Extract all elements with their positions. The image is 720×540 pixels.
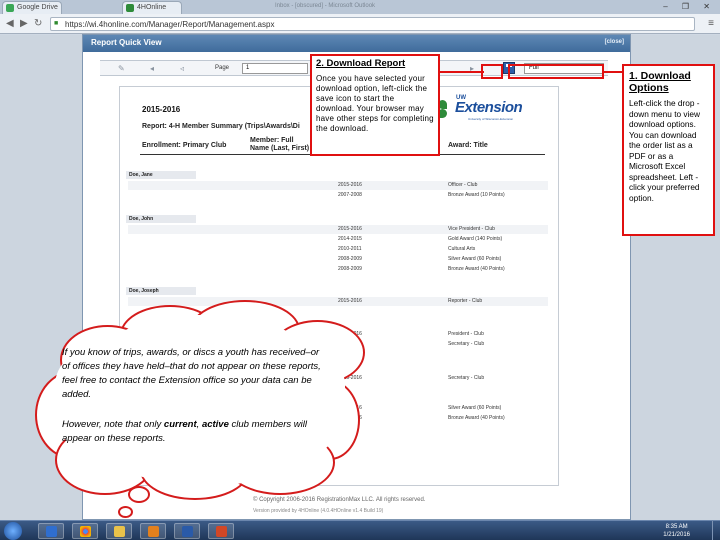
windows-taskbar: 8:35 AM 1/21/2016 <box>0 520 720 540</box>
start-button[interactable] <box>4 522 22 540</box>
clover-icon <box>126 4 134 12</box>
award-title: Vice President - Club <box>448 226 495 232</box>
member-name: Doe, Joseph <box>126 287 196 295</box>
callout-title: 2. Download Report <box>316 58 406 69</box>
award-title: Secretary - Club <box>448 375 485 381</box>
download-report-callout: 2. Download Report Once you have selecte… <box>310 54 440 156</box>
tab-label: Google Drive <box>17 4 58 11</box>
logo-subtitle: University of Wisconsin-Extension <box>468 117 514 121</box>
award-title: Officer - Club <box>448 182 478 188</box>
chrome-icon <box>80 526 91 537</box>
browser-tab-bar: Google Drive 4HOnline Inbox - [obscured]… <box>0 0 720 14</box>
window-controls[interactable]: – ❐ ✕ <box>663 2 716 11</box>
award-year: 2015-2016 <box>338 182 362 188</box>
award-year: 2007-2008 <box>338 192 362 198</box>
folder-icon <box>114 526 125 537</box>
award-year: 2015-2016 <box>338 226 362 232</box>
save-icon-highlight <box>481 64 503 79</box>
report-footer: © Copyright 2006-2016 RegistrationMax LL… <box>253 497 426 503</box>
address-bar: ◀ ▶ ↻ ■ https://wi.4honline.com/Manager/… <box>0 14 720 34</box>
callout-title: 1. Download Options <box>629 70 691 94</box>
report-year: 2015-2016 <box>142 105 181 114</box>
award-title: Cultural Arts <box>448 246 476 252</box>
url-input[interactable]: ■ https://wi.4honline.com/Manager/Report… <box>50 17 695 31</box>
clock-time: 8:35 AM <box>665 524 688 530</box>
screen: Google Drive 4HOnline Inbox - [obscured]… <box>0 0 720 540</box>
tab-label: 4HOnline <box>137 4 167 11</box>
word-taskbar-button[interactable] <box>174 523 200 539</box>
word-icon <box>182 526 193 537</box>
col-header-member: Member: Full Name (Last, First) <box>250 137 310 152</box>
powerpoint-taskbar-button[interactable] <box>208 523 234 539</box>
award-title: President - Club <box>448 331 484 337</box>
award-year: 2014-2015 <box>338 236 362 242</box>
tab-google-drive[interactable]: Google Drive <box>2 1 62 14</box>
reload-icon[interactable]: ↻ <box>34 18 42 29</box>
cloud-text-2a: However, note that only <box>62 419 164 430</box>
report-version: Version provided by 4HOnline (4.0.4HOnli… <box>253 508 384 514</box>
tab-4honline[interactable]: 4HOnline <box>122 1 182 14</box>
callout-body: Once you have selected your download opt… <box>316 74 434 133</box>
explorer-taskbar-button[interactable] <box>38 523 64 539</box>
chrome-taskbar-button[interactable] <box>72 523 98 539</box>
member-name: Doe, Jane <box>126 171 196 179</box>
page-number-input[interactable]: 1 <box>242 63 308 74</box>
award-title: Bronze Award (40 Points) <box>448 266 505 272</box>
window-title: Inbox - [obscured] - Microsoft Outlook <box>275 3 376 9</box>
ie-icon <box>46 526 57 537</box>
award-title: Bronze Award (40 Points) <box>448 415 505 421</box>
callout-arrow <box>440 71 484 73</box>
col-header-club: Enrollment: Primary Club <box>142 142 227 149</box>
google-drive-icon <box>6 4 14 12</box>
cloud-text-current: current <box>163 419 197 430</box>
award-title: Silver Award (60 Points) <box>448 256 502 262</box>
first-page-icon[interactable]: ◂ <box>150 64 154 73</box>
close-link[interactable]: [close] <box>605 39 624 45</box>
powerpoint-icon <box>216 526 227 537</box>
print-icon[interactable]: ✎ <box>118 64 125 73</box>
outlook-taskbar-button[interactable] <box>140 523 166 539</box>
page-label: Page <box>215 65 230 71</box>
lock-icon: ■ <box>54 20 59 27</box>
system-clock[interactable]: 8:35 AM 1/21/2016 <box>663 523 690 539</box>
callout-body: Left-click the drop -down menu to view d… <box>629 98 701 203</box>
award-year: 2008-2009 <box>338 266 362 272</box>
download-options-callout: 1. Download Options Left-click the drop … <box>622 64 715 236</box>
cloud-text-active: active <box>201 419 229 430</box>
panel-header: Report Quick View [close] <box>83 35 630 52</box>
col-header-award: Award: Title <box>448 142 488 149</box>
url-text: https://wi.4honline.com/Manager/Report/M… <box>65 20 275 29</box>
award-title: Bronze Award (10 Points) <box>448 192 505 198</box>
award-title: Reporter - Club <box>448 298 483 304</box>
show-desktop-button[interactable] <box>712 521 720 540</box>
folder-taskbar-button[interactable] <box>106 523 132 539</box>
callout-arrow <box>604 71 622 73</box>
report-title: Report: 4-H Member Summary (Trips\Awards… <box>142 123 300 130</box>
award-year: 2008-2009 <box>338 256 362 262</box>
logo-extension: Extension <box>455 99 523 116</box>
award-year: 2010-2011 <box>338 246 362 252</box>
forward-icon[interactable]: ▶ <box>20 18 28 29</box>
menu-icon[interactable]: ≡ <box>708 18 714 29</box>
clock-date: 1/21/2016 <box>663 532 690 538</box>
outlook-icon <box>148 526 159 537</box>
panel-title: Report Quick View <box>91 38 162 47</box>
prev-page-icon[interactable]: ◃ <box>180 64 184 73</box>
uw-extension-logo: UW Extension University of Wisconsin-Ext… <box>428 95 536 125</box>
award-year: 2015-2016 <box>338 298 362 304</box>
award-title: Silver Award (60 Points) <box>448 405 502 411</box>
back-icon[interactable]: ◀ <box>6 18 14 29</box>
award-title: Secretary - Club <box>448 341 485 347</box>
cloud-text-2: However, note that only current, active … <box>62 418 334 446</box>
format-select-highlight <box>508 64 604 79</box>
cloud-text-1: If you know of trips, awards, or discs a… <box>62 347 321 400</box>
award-title: Gold Award (140 Points) <box>448 236 503 242</box>
member-name: Doe, John <box>126 215 196 223</box>
